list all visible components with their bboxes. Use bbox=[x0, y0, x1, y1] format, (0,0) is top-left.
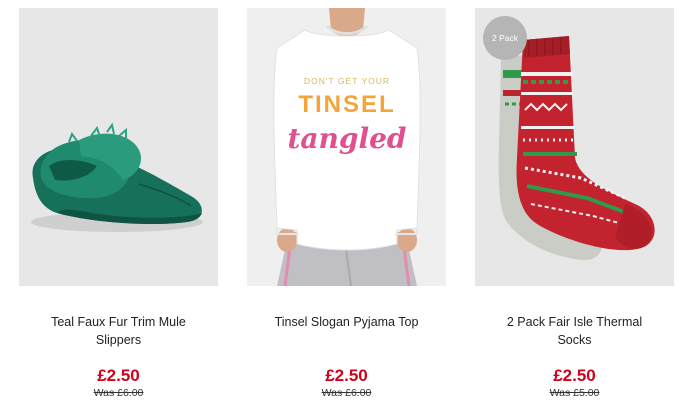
product-card[interactable]: DON'T GET YOUR TINSEL tangled Tinsel Slo… bbox=[247, 8, 446, 400]
product-price: £2.50 bbox=[553, 366, 596, 385]
product-image-fair-isle-socks[interactable]: 2 Pack bbox=[475, 8, 674, 286]
product-card[interactable]: Teal Faux Fur Trim Mule Slippers £2.50 W… bbox=[19, 8, 218, 400]
product-was-price: Was £6.00 bbox=[321, 387, 372, 399]
pyjama-illustration: DON'T GET YOUR TINSEL tangled bbox=[247, 8, 446, 286]
print-line-1: DON'T GET YOUR bbox=[304, 76, 390, 86]
slipper-illustration bbox=[31, 122, 203, 232]
product-grid: Teal Faux Fur Trim Mule Slippers £2.50 W… bbox=[0, 0, 684, 400]
product-card[interactable]: 2 Pack 2 Pack Fair Isle Thermal Socks £2… bbox=[475, 8, 674, 400]
print-line-2: TINSEL bbox=[298, 91, 395, 118]
product-was-price: Was £6.00 bbox=[93, 387, 144, 399]
pack-badge: 2 Pack bbox=[483, 16, 527, 60]
product-image-pyjama-top[interactable]: DON'T GET YOUR TINSEL tangled bbox=[247, 8, 446, 286]
product-was-price: Was £5.00 bbox=[549, 387, 600, 399]
print-line-3: tangled bbox=[287, 122, 406, 155]
product-title[interactable]: 2 Pack Fair Isle Thermal Socks bbox=[475, 313, 674, 349]
product-price: £2.50 bbox=[97, 366, 140, 385]
product-image-teal-slipper[interactable] bbox=[19, 8, 218, 286]
product-price: £2.50 bbox=[325, 366, 368, 385]
product-title[interactable]: Tinsel Slogan Pyjama Top bbox=[247, 313, 446, 349]
product-title[interactable]: Teal Faux Fur Trim Mule Slippers bbox=[19, 313, 218, 349]
